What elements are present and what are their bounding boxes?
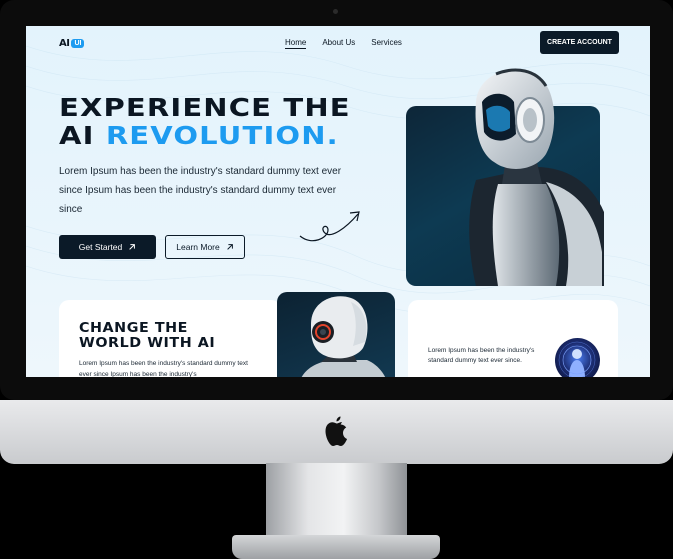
get-started-button[interactable]: Get Started [59, 235, 156, 259]
get-started-label: Get Started [78, 242, 123, 252]
logo-ui-badge: UI [71, 39, 85, 48]
learn-more-label: Learn More [176, 242, 220, 252]
nav-item-services[interactable]: Services [371, 38, 402, 49]
arrow-up-right-icon [226, 244, 233, 250]
feature-card-title: CHANGE THE WORLD WITH AI [79, 321, 216, 351]
robot-illustration [469, 68, 604, 286]
main-nav: Home About Us Services [285, 38, 402, 49]
monitor-stand [266, 463, 407, 541]
hero-title-ai: AI [59, 121, 106, 150]
learn-more-button[interactable]: Learn More [165, 235, 245, 259]
hero-title-accent: REVOLUTION. [105, 121, 339, 150]
glowing-figure-icon [558, 341, 596, 377]
camera-icon [333, 9, 338, 14]
nav-item-about-us[interactable]: About Us [322, 38, 355, 49]
website-screen: AI UI Home About Us Services CREATE ACCO… [26, 26, 650, 377]
feature-card-left-text: Lorem Ipsum has been the industry's stan… [79, 360, 248, 377]
curved-arrow-icon [299, 211, 360, 242]
apple-logo-icon [325, 416, 347, 446]
logo-ai-text: AI [59, 38, 70, 49]
create-account-button[interactable]: CREATE ACCOUNT [540, 31, 619, 54]
ai-avatar [555, 338, 600, 377]
hero-title-line2: AI REVOLUTION. [59, 122, 351, 150]
imac-mockup: AI UI Home About Us Services CREATE ACCO… [0, 0, 673, 559]
hero-title: EXPERIENCE THE AI REVOLUTION. [59, 94, 351, 150]
arrow-up-right-icon [129, 244, 136, 250]
brand-logo[interactable]: AI UI [59, 38, 85, 49]
nav-item-home[interactable]: Home [285, 38, 307, 49]
robot-portrait-card [277, 292, 395, 377]
hero-title-line1: EXPERIENCE THE [59, 93, 351, 122]
monitor-stand-foot [232, 535, 440, 559]
feature-card-right-text: Lorem Ipsum has been the industry's stan… [428, 347, 535, 364]
robot-head-illustration [301, 296, 386, 377]
